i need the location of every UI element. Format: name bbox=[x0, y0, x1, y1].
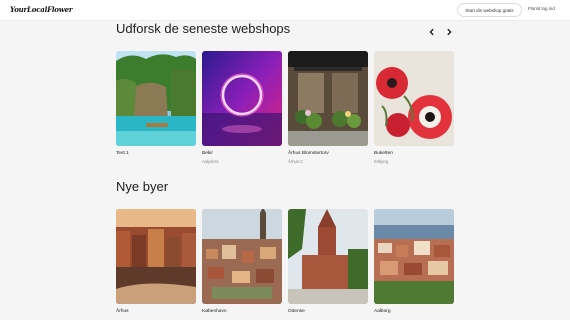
webshop-card[interactable]: Buketten Esbjerg bbox=[374, 51, 454, 164]
webshop-card[interactable]: Test 1 bbox=[116, 51, 196, 160]
carousel-next-button[interactable] bbox=[443, 26, 455, 38]
city-card[interactable]: Odense bbox=[288, 209, 368, 315]
webshop-name: Bekir bbox=[202, 151, 213, 156]
webshop-card[interactable]: Århus Blomstertorv Århus C bbox=[288, 51, 368, 164]
webshop-image-flower-shop-front bbox=[288, 51, 368, 146]
webshop-card[interactable]: Bekir Aalyders bbox=[202, 51, 282, 164]
city-card[interactable]: Århus bbox=[116, 209, 196, 315]
webshop-location: Århus C bbox=[288, 158, 304, 164]
city-name: Århus bbox=[116, 309, 129, 314]
chevron-right-icon bbox=[447, 28, 452, 36]
webshop-name: Buketten bbox=[374, 151, 393, 156]
webshop-name: Århus Blomstertorv bbox=[288, 151, 329, 156]
new-cities-heading: Nye byer bbox=[116, 179, 169, 194]
webshop-location: Aalyders bbox=[202, 158, 219, 164]
start-webshop-button[interactable]: Start din webshop gratis bbox=[457, 3, 522, 17]
chevron-left-icon bbox=[429, 28, 434, 36]
florist-login-link[interactable]: Florist log ind bbox=[528, 6, 555, 11]
city-name: Odense bbox=[288, 309, 305, 314]
webshop-image-tropical-lagoon bbox=[116, 51, 196, 146]
city-name: København bbox=[202, 309, 227, 314]
city-name: Aalborg bbox=[374, 309, 391, 314]
webshop-name: Test 1 bbox=[116, 151, 129, 156]
city-card[interactable]: Aalborg bbox=[374, 209, 454, 315]
city-image-aalborg bbox=[374, 209, 454, 304]
webshop-location: Esbjerg bbox=[374, 158, 389, 164]
city-image-copenhagen bbox=[202, 209, 282, 304]
carousel-prev-button[interactable] bbox=[426, 26, 438, 38]
webshop-image-neon-ring bbox=[202, 51, 282, 146]
site-logo[interactable]: YourLocalFlower bbox=[10, 5, 73, 14]
city-image-aarhus bbox=[116, 209, 196, 304]
city-card[interactable]: København bbox=[202, 209, 282, 315]
city-image-odense bbox=[288, 209, 368, 304]
latest-webshops-heading: Udforsk de seneste webshops bbox=[116, 21, 291, 36]
webshop-image-red-anemones bbox=[374, 51, 454, 146]
top-navigation-bar: YourLocalFlower Start din webshop gratis… bbox=[0, 0, 570, 21]
